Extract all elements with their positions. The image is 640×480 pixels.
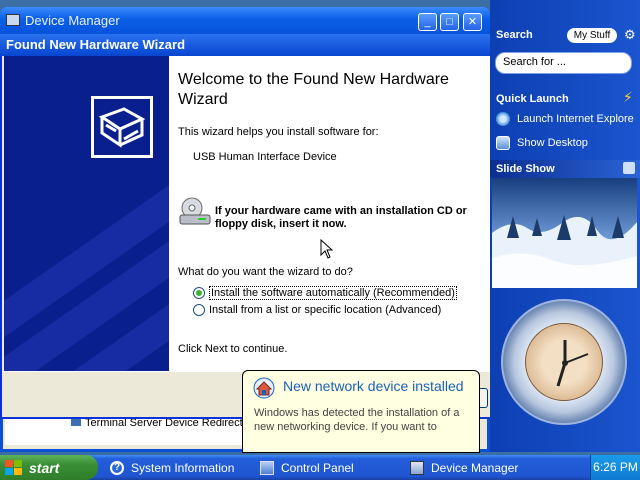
wizard-intro-text: This wizard helps you install software f…: [178, 126, 379, 138]
taskbar: start ? System Information Control Panel…: [0, 455, 640, 480]
option-label[interactable]: Install the software automatically (Reco…: [209, 286, 457, 300]
wizard-title: Found New Hardware Wizard: [6, 37, 186, 52]
taskbar-item-label[interactable]: Device Manager: [431, 461, 518, 475]
wizard-heading: Welcome to the Found New Hardware Wizard: [178, 71, 449, 108]
quick-launch-item-label[interactable]: Show Desktop: [517, 137, 588, 149]
option-install-from-list[interactable]: Install from a list or specific location…: [193, 304, 441, 316]
taskbar-item-system-information[interactable]: ? System Information: [110, 458, 234, 478]
mouse-cursor-icon: [320, 238, 334, 259]
device-manager-icon: [410, 461, 424, 475]
close-button[interactable]: ✕: [463, 13, 482, 31]
clock-gadget[interactable]: [501, 299, 627, 425]
taskbar-item-control-panel[interactable]: Control Panel: [260, 458, 354, 478]
maximize-button[interactable]: □: [440, 13, 459, 31]
wizard-banner: [4, 56, 169, 371]
show-desktop-icon: [496, 136, 510, 150]
taskbar-item-label[interactable]: System Information: [131, 461, 234, 475]
option-install-automatically[interactable]: Install the software automatically (Reco…: [193, 286, 457, 300]
minimize-button[interactable]: _: [418, 13, 437, 31]
quick-launch-label: Quick Launch: [496, 93, 569, 105]
continue-instruction: Click Next to continue.: [178, 343, 288, 355]
taskbar-item-device-manager[interactable]: Device Manager: [410, 458, 518, 478]
lightning-icon: ⚡: [623, 89, 633, 105]
device-manager-title: Device Manager: [25, 13, 120, 28]
gear-icon[interactable]: ⚙: [624, 27, 636, 43]
radio-button[interactable]: [193, 304, 205, 316]
system-tray-clock[interactable]: 6:26 PM: [590, 455, 640, 480]
desktop-sidebar: Search My Stuff ⚙ Search for ... Quick L…: [490, 0, 640, 452]
cd-instruction: If your hardware came with an installati…: [215, 205, 467, 230]
search-input[interactable]: Search for ...: [495, 52, 632, 74]
device-tree[interactable]: Terminal Server Device Redirector: [5, 415, 253, 445]
start-button[interactable]: start: [0, 455, 98, 480]
slide-show-header: Slide Show: [490, 160, 640, 178]
clock-face: [525, 323, 603, 401]
wizard-content: Welcome to the Found New Hardware Wizard…: [169, 56, 490, 371]
internet-explorer-icon: [496, 112, 510, 126]
device-manager-titlebar[interactable]: Device Manager _ □ ✕: [0, 7, 490, 37]
slide-show-label: Slide Show: [496, 163, 555, 175]
slide-show-options-icon[interactable]: [623, 162, 635, 174]
radio-button-selected[interactable]: [193, 287, 205, 299]
windows-logo-icon: [5, 459, 23, 476]
taskbar-item-label[interactable]: Control Panel: [281, 461, 354, 475]
start-label[interactable]: start: [29, 460, 59, 476]
wizard-question: What do you want the wizard to do?: [178, 266, 353, 278]
option-label[interactable]: Install from a list or specific location…: [209, 304, 441, 316]
quick-launch-internet-explorer[interactable]: Launch Internet Explore: [496, 112, 634, 126]
quick-launch-item-label[interactable]: Launch Internet Explore: [517, 113, 634, 125]
network-device-icon: [253, 377, 275, 399]
device-manager-icon: [6, 14, 20, 26]
device-icon: [71, 418, 81, 426]
balloon-title: New network device installed: [283, 378, 464, 394]
device-name: USB Human Interface Device: [193, 151, 337, 163]
slide-show-image[interactable]: [492, 178, 637, 288]
control-panel-icon: [260, 461, 274, 475]
my-stuff-button[interactable]: My Stuff: [567, 28, 617, 43]
search-label: Search: [496, 29, 533, 41]
wizard-titlebar[interactable]: Found New Hardware Wizard: [0, 34, 490, 56]
cd-drive-icon: [178, 196, 212, 226]
balloon-body: Windows has detected the installation of…: [254, 407, 460, 433]
quick-launch-show-desktop[interactable]: Show Desktop: [496, 136, 588, 150]
found-new-hardware-wizard: Found New Hardware Wizard Welcome to the: [0, 34, 490, 419]
hardware-icon: [91, 96, 153, 158]
network-device-balloon[interactable]: New network device installed Windows has…: [242, 370, 480, 453]
system-information-icon: ?: [110, 461, 124, 475]
